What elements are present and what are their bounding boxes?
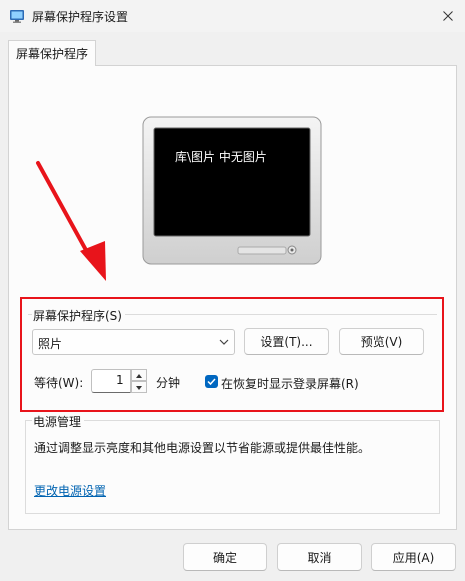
power-group xyxy=(25,420,440,514)
preview-message: 库\图片 中无图片 xyxy=(175,150,267,164)
power-group-title: 电源管理 xyxy=(32,413,85,430)
close-icon xyxy=(442,11,453,21)
screensaver-app-icon xyxy=(9,8,25,24)
power-description: 通过调整显示亮度和其他电源设置以节省能源或提供最佳性能。 xyxy=(34,441,371,455)
monitor-preview xyxy=(142,116,322,265)
close-button[interactable] xyxy=(430,0,465,32)
cancel-button[interactable]: 取消 xyxy=(277,543,362,571)
apply-button[interactable]: 应用(A) xyxy=(371,543,456,571)
ok-button[interactable]: 确定 xyxy=(183,543,267,571)
window-title: 屏幕保护程序设置 xyxy=(32,10,129,24)
red-arrow-annotation xyxy=(34,155,114,285)
tab-screensaver[interactable]: 屏幕保护程序 xyxy=(8,40,96,66)
change-power-settings-link[interactable]: 更改电源设置 xyxy=(34,482,106,499)
red-highlight-box xyxy=(20,297,444,412)
